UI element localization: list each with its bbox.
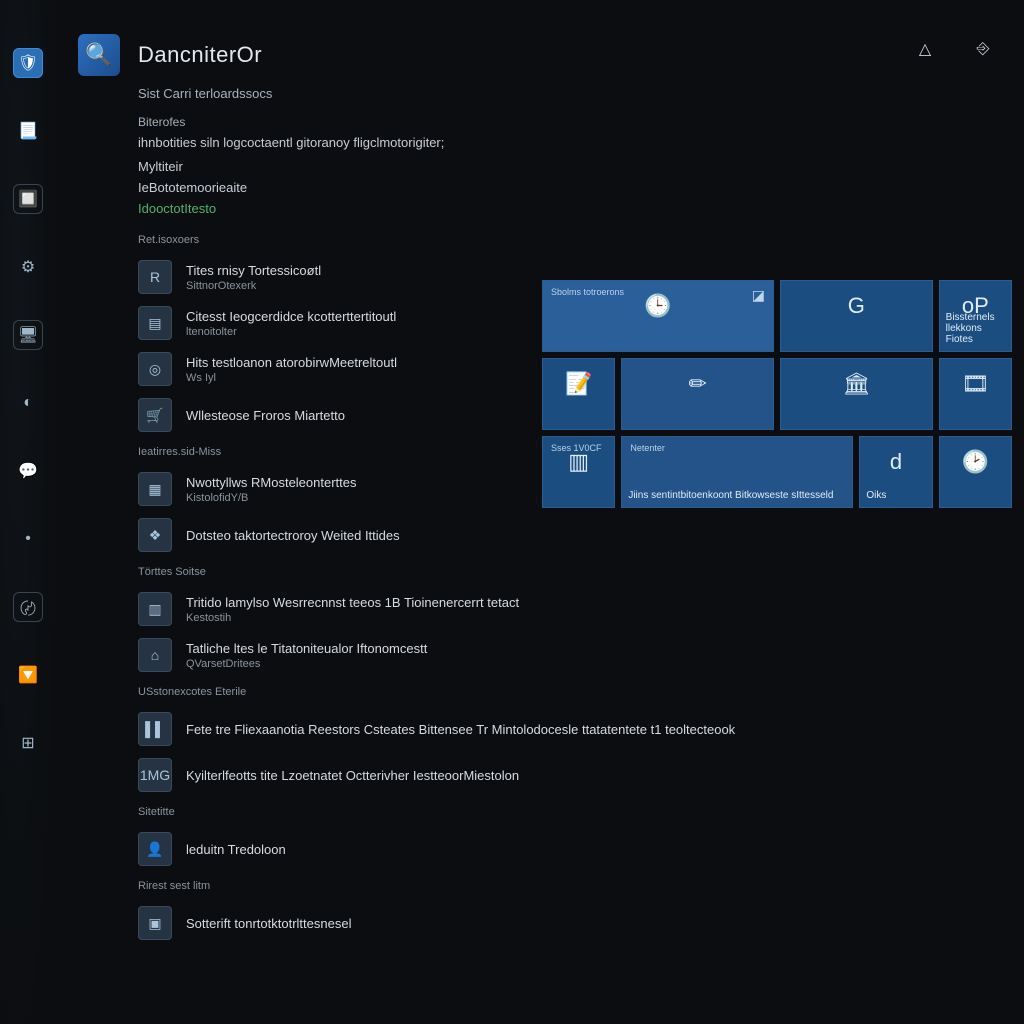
item-icon: ▥ [138,592,172,626]
item-title: Tritido lamylso Wesrrecnnst teeos 1B Tio… [186,595,519,610]
rail-icon-start[interactable]: ⊞ [13,728,43,758]
section-header: USstonexcotes Eterile [138,686,1024,698]
intro-desc: ihnbotities siln logcoctaentl gitoranoy … [138,135,578,151]
app-icon: 🔍 [78,34,120,76]
intro-line2: Myltiteir [138,159,1024,174]
item-subtitle: QVarsetDritees [186,658,427,670]
intro-line3: IeBototemoorieaite [138,180,1024,195]
item-title: Kyilterlfeotts tite Lzoetnatet Octterivh… [186,768,519,783]
item-icon: ⌂ [138,638,172,672]
rail-icon-gear[interactable]: ⚙ [13,252,43,282]
intro-link[interactable]: IdooctotItesto [138,201,1024,216]
rail-icon-down[interactable]: 🔽 [13,660,43,690]
tile[interactable]: d Oiks [859,436,932,508]
tile[interactable]: Sbolms totroerons 🕒 ◪ [542,280,774,352]
tile[interactable]: 🏛 [780,358,933,430]
tile[interactable]: 🕑 [939,436,1012,508]
rail-icon-shield[interactable]: 🛡 [13,48,43,78]
list-item[interactable]: 1MG Kyilterlfeotts tite Lzoetnatet Octter… [138,752,1024,798]
list-item[interactable]: ❖ Dotsteo taktortectroroy Weited Ittides [138,512,1024,558]
item-subtitle: Kestostih [186,612,519,624]
section-header: Sitetitte [138,806,1024,818]
tile-icon: oP [962,293,989,319]
intro-label: Biterofes [138,115,1024,129]
main-pane: 🔍 DancniterOr Sist Carri terloardssocs B… [78,34,1024,1024]
item-title: Dotsteo taktortectroroy Weited Ittides [186,528,400,543]
tile-icon: 🎞 [961,371,989,397]
tile-corner-icon: ◪ [752,287,765,304]
item-title: Citesst Ieogcerdidce kcotterttertitoutl [186,309,396,324]
item-icon: ▌▌ [138,712,172,746]
rail-icon-display[interactable]: 🖥 [13,320,43,350]
item-title: Tatliche ltes le Titatoniteualor Iftonom… [186,641,427,656]
item-subtitle: ltenoitolter [186,326,396,338]
nav-rail: 🛡 📃 🔲 ⚙ 🖥 ◐ 💬 • 〄 🔽 ⊞ [0,0,56,1024]
list-item[interactable]: ▌▌ Fete tre Fliexaanotia Reestors Csteate… [138,706,1024,752]
tile[interactable]: G [780,280,933,352]
tile[interactable]: 📝 [542,358,615,430]
item-subtitle: SittnorOtexerk [186,280,321,292]
tile[interactable]: Sses 1V0CF▥ [542,436,615,508]
tile-label: Oiks [866,490,886,501]
item-icon: 🛒 [138,398,172,432]
tile-icon: d [890,449,902,475]
tile-icon: 📝 [565,371,592,397]
list-item[interactable]: ▥ Tritido lamylso Wesrrecnnst teeos 1B Ti… [138,586,1024,632]
tile-icon: 🏛 [842,371,870,397]
rail-icon-share[interactable]: 〄 [13,592,43,622]
item-icon: ▤ [138,306,172,340]
item-icon: 1MG [138,758,172,792]
item-icon: ▦ [138,472,172,506]
item-icon: ▣ [138,906,172,940]
page-subtitle: Sist Carri terloardssocs [138,86,1024,101]
section-header: Rirest sest litm [138,880,1024,892]
rail-icon-dot[interactable]: • [13,524,43,554]
item-title: Sotterift tonrtotktotrlttesnesel [186,916,351,931]
rail-icon-box[interactable]: 🔲 [13,184,43,214]
tile[interactable]: 🎞 [939,358,1012,430]
list-item[interactable]: ▣ Sotterift tonrtotktotrlttesnesel [138,900,1024,946]
tile-icon: 🕒 [644,293,671,319]
section-header: Törttes Soitse [138,566,1024,578]
rail-icon-chat[interactable]: 💬 [13,456,43,486]
tile[interactable]: Netenter Jiins sentintbitoenkoont Bitkows… [621,436,853,508]
page-title: DancniterOr [138,42,262,68]
tile-grid: Sbolms totroerons 🕒 ◪ GoPBissternels llekko… [542,280,1012,508]
item-title: Nwottyllws RMosteleonterttes [186,475,357,490]
item-title: Fete tre Fliexaanotia Reestors Csteates … [186,722,735,737]
list-item[interactable]: 👤 leduitn Tredoloon [138,826,1024,872]
item-subtitle: KistolofidY/B [186,492,357,504]
item-icon: 👤 [138,832,172,866]
tile-icon: 🕑 [962,449,989,475]
item-title: Hits testloanon atorobirwMeetreltoutl [186,355,397,370]
item-icon: ❖ [138,518,172,552]
item-subtitle: Ws Iyl [186,372,397,384]
list-item[interactable]: ⌂ Tatliche ltes le Titatoniteualor Iftono… [138,632,1024,678]
section-header: Ret.isoxoers [138,234,1024,246]
tile[interactable]: oPBissternels llekkons Fiotes [939,280,1012,352]
item-title: Tites rnisy Tortessicoøtl [186,263,321,278]
item-title: Wllesteose Froros Miartetto [186,408,345,423]
item-icon: R [138,260,172,294]
tile[interactable]: ✏ [621,358,774,430]
tile-icon: ✏ [688,371,706,397]
tile-top-label: Sbolms totroerons [551,287,624,297]
item-icon: ◎ [138,352,172,386]
tile-top-label: Netenter [630,443,665,453]
tile-icon: G [848,293,865,319]
rail-icon-half[interactable]: ◐ [13,388,43,418]
tile-label: Jiins sentintbitoenkoont Bitkowseste sIt… [628,490,833,501]
item-title: leduitn Tredoloon [186,842,286,857]
tile-icon: ▥ [568,449,589,475]
rail-icon-doc[interactable]: 📃 [13,116,43,146]
